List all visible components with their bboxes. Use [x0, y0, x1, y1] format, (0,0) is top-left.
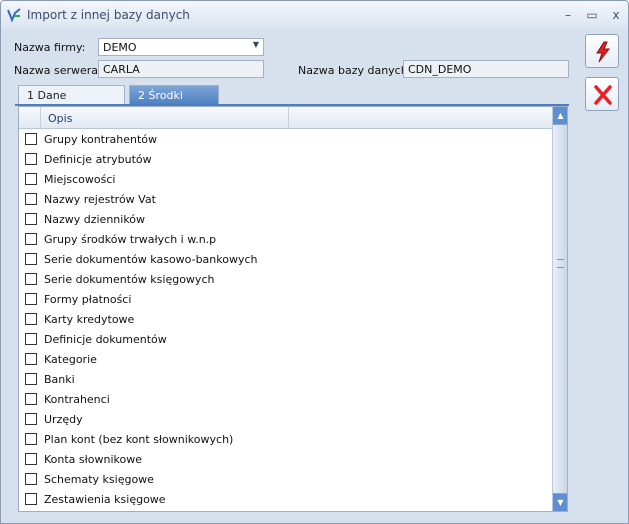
minimize-button[interactable]: – — [559, 7, 577, 23]
company-value: DEMO — [103, 41, 137, 54]
select-all-header[interactable] — [19, 107, 41, 128]
row-checkbox[interactable] — [25, 473, 37, 485]
table-row[interactable]: Serie dokumentów księgowych — [19, 269, 552, 289]
grid-header: Opis — [19, 107, 552, 129]
items-grid: Opis Grupy kontrahentów Definicje atrybut… — [18, 106, 568, 512]
row-label: Schematy księgowe — [44, 473, 154, 486]
title-bar: Import z innej bazy danych – ▭ x — [1, 1, 628, 29]
row-checkbox[interactable] — [25, 373, 37, 385]
row-checkbox[interactable] — [25, 253, 37, 265]
company-select[interactable]: DEMO ▼ — [98, 38, 264, 56]
database-label: Nazwa bazy danych: — [298, 64, 412, 77]
row-label: Definicje atrybutów — [44, 153, 152, 166]
run-import-button[interactable] — [585, 34, 619, 68]
table-row[interactable]: Zestawienia księgowe — [19, 489, 552, 509]
row-checkbox[interactable] — [25, 273, 37, 285]
row-label: Plan kont (bez kont słownikowych) — [44, 433, 234, 446]
table-row[interactable]: Formy płatności — [19, 289, 552, 309]
description-header-label: Opis — [48, 112, 73, 125]
row-label: Konta słownikowe — [44, 453, 143, 466]
row-label: Zestawienia księgowe — [44, 493, 166, 506]
scroll-up-button[interactable]: ▲ — [553, 107, 567, 124]
row-label: Nazwy dzienników — [44, 213, 146, 226]
row-checkbox[interactable] — [25, 493, 37, 505]
row-label: Kategorie — [44, 353, 97, 366]
row-label: Serie dokumentów kasowo-bankowych — [44, 253, 258, 266]
scroll-grip-icon — [557, 259, 564, 268]
import-window: Import z innej bazy danych – ▭ x Nazwa f… — [0, 0, 629, 524]
row-label: Serie dokumentów księgowych — [44, 273, 215, 286]
row-checkbox[interactable] — [25, 233, 37, 245]
row-checkbox[interactable] — [25, 153, 37, 165]
lightning-icon — [596, 41, 611, 63]
row-label: Formy płatności — [44, 293, 132, 306]
table-row[interactable]: Kontrahenci — [19, 389, 552, 409]
server-field[interactable]: CARLA — [98, 60, 264, 78]
table-row[interactable]: Definicje atrybutów — [19, 149, 552, 169]
description-header[interactable]: Opis — [40, 107, 289, 128]
table-row[interactable]: Karty kredytowe — [19, 309, 552, 329]
scroll-down-button[interactable]: ▼ — [553, 494, 567, 511]
row-label: Karty kredytowe — [44, 313, 135, 326]
row-label: Nazwy rejestrów Vat — [44, 193, 156, 206]
table-row[interactable]: Nazwy dzienników — [19, 209, 552, 229]
row-checkbox[interactable] — [25, 193, 37, 205]
table-row[interactable]: Miejscowości — [19, 169, 552, 189]
cancel-button[interactable] — [585, 77, 619, 111]
red-x-icon — [594, 85, 612, 105]
row-label: Definicje dokumentów — [44, 333, 167, 346]
row-checkbox[interactable] — [25, 353, 37, 365]
row-label: Grupy środków trwałych i w.n.p — [44, 233, 217, 246]
row-checkbox[interactable] — [25, 173, 37, 185]
table-row[interactable]: Plan kont (bez kont słownikowych) — [19, 429, 552, 449]
table-row[interactable]: Serie dokumentów kasowo-bankowych — [19, 249, 552, 269]
row-checkbox[interactable] — [25, 293, 37, 305]
scroll-thumb[interactable] — [553, 124, 567, 494]
row-checkbox[interactable] — [25, 413, 37, 425]
company-label: Nazwa firmy: — [14, 41, 86, 54]
row-checkbox[interactable] — [25, 453, 37, 465]
table-row[interactable]: Urzędy — [19, 409, 552, 429]
table-row[interactable]: Definicje dokumentów — [19, 329, 552, 349]
row-checkbox[interactable] — [25, 393, 37, 405]
row-label: Grupy kontrahentów — [44, 133, 158, 146]
row-checkbox[interactable] — [25, 313, 37, 325]
tab-dane-slownikowe[interactable]: 1 Dane słownikowe — [18, 85, 125, 115]
table-row[interactable]: Grupy środków trwałych i w.n.p — [19, 229, 552, 249]
row-checkbox[interactable] — [25, 333, 37, 345]
row-checkbox[interactable] — [25, 433, 37, 445]
vertical-scrollbar[interactable]: ▲ ▼ — [552, 107, 567, 511]
maximize-button[interactable]: ▭ — [583, 7, 601, 23]
table-row[interactable]: Banki — [19, 369, 552, 389]
row-checkbox[interactable] — [25, 213, 37, 225]
app-icon — [7, 8, 21, 23]
window-title: Import z innej bazy danych — [27, 8, 190, 22]
row-label: Kontrahenci — [44, 393, 110, 406]
table-row[interactable]: Kategorie — [19, 349, 552, 369]
table-row[interactable]: Schematy księgowe — [19, 469, 552, 489]
database-field[interactable]: CDN_DEMO — [403, 60, 569, 78]
row-label: Banki — [44, 373, 75, 386]
table-row[interactable]: Grupy kontrahentów — [19, 129, 552, 149]
row-checkbox[interactable] — [25, 133, 37, 145]
close-button[interactable]: x — [607, 7, 625, 23]
tab-srodki-trwale[interactable]: 2 Środki trwałe — [129, 85, 219, 115]
table-row[interactable]: Nazwy rejestrów Vat — [19, 189, 552, 209]
row-label: Miejscowości — [44, 173, 116, 186]
server-label: Nazwa serwera: — [14, 64, 102, 77]
table-row[interactable]: Konta słownikowe — [19, 449, 552, 469]
row-label: Urzędy — [44, 413, 83, 426]
chevron-down-icon: ▼ — [252, 40, 259, 49]
